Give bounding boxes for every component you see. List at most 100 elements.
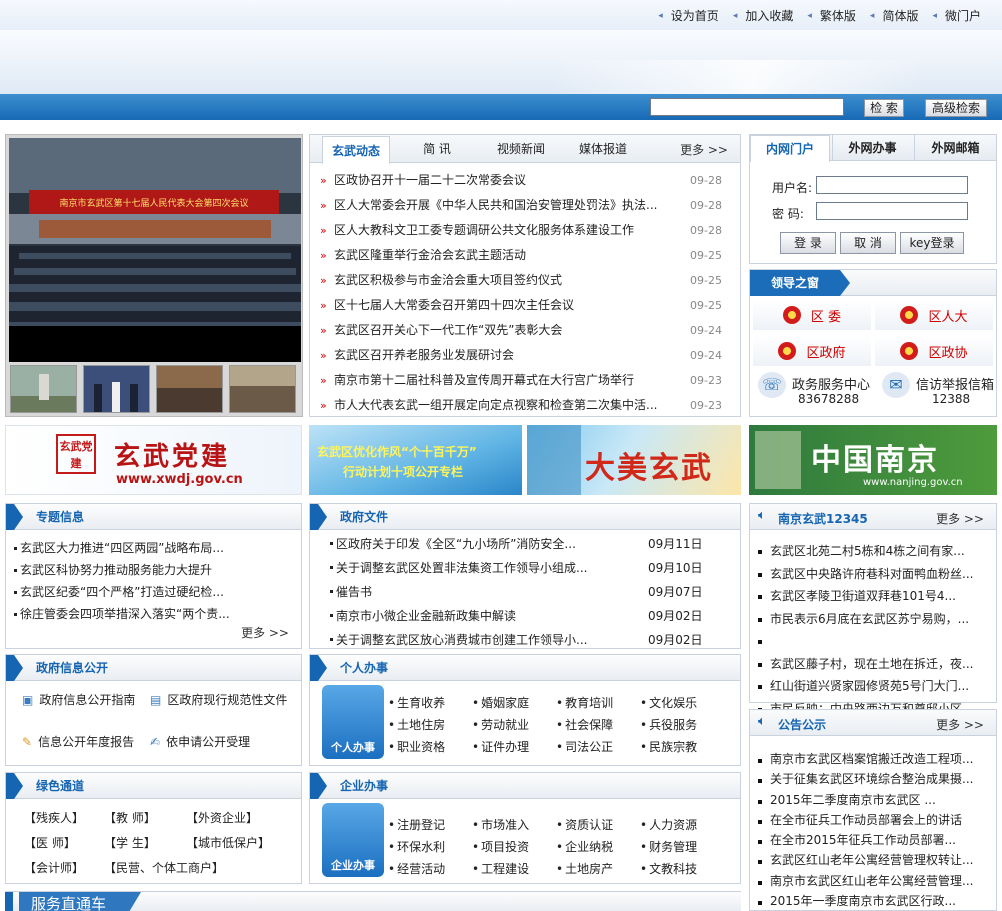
hotline-item[interactable]: 玄武区孝陵卫街道双拜巷101号4... bbox=[752, 585, 992, 608]
topic-item[interactable]: 玄武区大力推进“四区两园”战略布局... bbox=[10, 537, 295, 559]
green-teacher-link[interactable]: 【教 师】 bbox=[104, 809, 156, 826]
district-government-link[interactable]: 区政府 bbox=[753, 336, 871, 366]
notice-more-link[interactable]: 更多 >> bbox=[936, 716, 984, 733]
username-input[interactable] bbox=[816, 176, 968, 194]
enterprise-service-link[interactable]: 环保水利 bbox=[388, 839, 472, 855]
news-title[interactable]: 市人大代表玄武一组开展定向定点视察和检查第二次集中活... bbox=[334, 398, 657, 412]
govdoc-item[interactable]: 关于调整玄武区放心消费城市创建工作领导小... 09月02日 bbox=[326, 628, 736, 652]
news-item[interactable]: 区十七届人大常委会召开第四十四次主任会议 09-25 bbox=[310, 293, 740, 318]
news-title[interactable]: 南京市第十二届社科普及宣传周开幕式在大行宫广场举行 bbox=[334, 373, 634, 387]
news-more-link[interactable]: 更多 >> bbox=[680, 141, 728, 158]
govdoc-item[interactable]: 南京市小微企业金融新政集中解读 09月02日 bbox=[326, 604, 736, 628]
enterprise-service-icon[interactable]: 企业办事 bbox=[322, 803, 384, 877]
hotline-item[interactable]: 市民表示6月底在玄武区苏宁易购，... bbox=[752, 608, 992, 631]
district-committee-link[interactable]: 区 委 bbox=[753, 300, 871, 330]
news-item[interactable]: 玄武区召开养老服务业发展研讨会 09-24 bbox=[310, 343, 740, 368]
simplified-chinese-link[interactable]: ◂ 简体版 bbox=[863, 7, 926, 24]
personal-service-link[interactable]: 劳动就业 bbox=[472, 717, 556, 733]
notice-item[interactable]: 2015年二季度南京市玄武区 ... bbox=[752, 790, 992, 810]
news-item[interactable]: 区人大教科文卫工委专题调研公共文化服务体系建设工作 09-28 bbox=[310, 218, 740, 243]
personal-service-link[interactable]: 文化娱乐 bbox=[640, 695, 724, 711]
tab-extranet-service[interactable]: 外网办事 bbox=[832, 135, 912, 161]
personal-service-link[interactable]: 土地住房 bbox=[388, 717, 472, 733]
enterprise-service-link[interactable]: 工程建设 bbox=[472, 861, 556, 877]
search-button[interactable]: 检 索 bbox=[864, 99, 904, 117]
news-item[interactable]: 南京市第十二届社科普及宣传周开幕式在大行宫广场举行 09-23 bbox=[310, 368, 740, 393]
govinfo-guide-link[interactable]: ▣ 政府信息公开指南 bbox=[22, 691, 135, 708]
login-button[interactable]: 登 录 bbox=[780, 232, 836, 254]
green-foreign-enterprise-link[interactable]: 【外资企业】 bbox=[186, 809, 258, 826]
green-low-income-link[interactable]: 【城市低保户】 bbox=[186, 834, 270, 851]
enterprise-service-link[interactable]: 注册登记 bbox=[388, 817, 472, 833]
banner-xuanwu-party[interactable]: 玄武党建 玄武党建 www.xwdj.gov.cn bbox=[5, 425, 302, 495]
news-title[interactable]: 区人大常委会开展《中华人民共和国治安管理处罚法》执法... bbox=[334, 198, 657, 212]
tab-video-news[interactable]: 视频新闻 bbox=[486, 135, 556, 163]
green-private-business-link[interactable]: 【民营、个体工商户】 bbox=[104, 859, 224, 876]
district-cppcc-link[interactable]: 区政协 bbox=[875, 336, 993, 366]
enterprise-service-link[interactable]: 资质认证 bbox=[556, 817, 640, 833]
thumbnail-2[interactable] bbox=[83, 365, 150, 413]
tab-media-report[interactable]: 媒体报道 bbox=[568, 135, 638, 163]
search-input[interactable] bbox=[650, 98, 844, 116]
enterprise-service-link[interactable]: 土地房产 bbox=[556, 861, 640, 877]
personal-service-link[interactable]: 司法公正 bbox=[556, 739, 640, 755]
notice-item[interactable]: 南京市玄武区档案馆搬迁改造工程项... bbox=[752, 749, 992, 769]
traditional-chinese-link[interactable]: ◂ 繁体版 bbox=[800, 7, 863, 24]
news-item[interactable]: 玄武区隆重举行金洽会玄武主题活动 09-25 bbox=[310, 243, 740, 268]
banner-style-campaign[interactable]: 玄武区优化作风“个十百千万” 行动计划十项公开专栏 bbox=[309, 425, 522, 495]
banner-china-nanjing[interactable]: 中国南京 www.nanjing.gov.cn bbox=[749, 425, 997, 495]
govdoc-title[interactable]: 关于调整玄武区处置非法集资工作领导小组成... bbox=[336, 561, 587, 575]
tab-extranet-mail[interactable]: 外网邮箱 bbox=[914, 135, 996, 161]
petition-mailbox-label[interactable]: 信访举报信箱 bbox=[916, 374, 994, 393]
news-title[interactable]: 区人大教科文卫工委专题调研公共文化服务体系建设工作 bbox=[334, 223, 634, 237]
advanced-search-button[interactable]: 高级检索 bbox=[925, 99, 987, 117]
hotline-item[interactable] bbox=[752, 630, 992, 653]
add-favorite-link[interactable]: ◂ 加入收藏 bbox=[726, 7, 801, 24]
news-title[interactable]: 玄武区积极参与市金洽会重大项目签约仪式 bbox=[334, 273, 562, 287]
govinfo-application-link[interactable]: ✍ 依申请公开受理 bbox=[150, 733, 250, 750]
notice-item[interactable]: 关于征集玄武区环境综合整治成果摄... bbox=[752, 769, 992, 789]
personal-service-icon[interactable]: 个人办事 bbox=[322, 685, 384, 759]
news-title[interactable]: 玄武区隆重举行金洽会玄武主题活动 bbox=[334, 248, 526, 262]
news-item[interactable]: 玄武区积极参与市金洽会重大项目签约仪式 09-25 bbox=[310, 268, 740, 293]
news-title[interactable]: 区政协召开十一届二十二次常委会议 bbox=[334, 173, 526, 187]
banner-beautiful-xuanwu[interactable]: 大美玄武 bbox=[527, 425, 741, 495]
district-congress-link[interactable]: 区人大 bbox=[875, 300, 993, 330]
hotline-item[interactable]: 红山街道兴贤家园修贤苑5号门大门... bbox=[752, 675, 992, 698]
notice-item[interactable]: 在全市征兵工作动员部署会上的讲话 bbox=[752, 810, 992, 830]
news-title[interactable]: 区十七届人大常委会召开第四十四次主任会议 bbox=[334, 298, 574, 312]
govdoc-title[interactable]: 关于调整玄武区放心消费城市创建工作领导小... bbox=[336, 633, 587, 647]
notice-item[interactable]: 2015年一季度南京市玄武区行政... bbox=[752, 891, 992, 911]
green-doctor-link[interactable]: 【医 师】 bbox=[24, 834, 76, 851]
personal-service-link[interactable]: 兵役服务 bbox=[640, 717, 724, 733]
micro-portal-link[interactable]: ◂ 微门户 bbox=[925, 7, 988, 24]
notice-item[interactable]: 南京市玄武区红山老年公寓经营管理... bbox=[752, 871, 992, 891]
govinfo-regulations-link[interactable]: ▤ 区政府现行规范性文件 bbox=[150, 691, 287, 708]
hotline-more-link[interactable]: 更多 >> bbox=[936, 510, 984, 527]
personal-service-link[interactable]: 生育收养 bbox=[388, 695, 472, 711]
enterprise-service-link[interactable]: 文教科技 bbox=[640, 861, 724, 877]
topic-item[interactable]: 玄武区科协努力推动服务能力大提升 bbox=[10, 559, 295, 581]
enterprise-service-link[interactable]: 项目投资 bbox=[472, 839, 556, 855]
green-disabled-link[interactable]: 【残疾人】 bbox=[24, 809, 84, 826]
news-item[interactable]: 玄武区召开关心下一代工作“双先”表彰大会 09-24 bbox=[310, 318, 740, 343]
tab-intranet-portal[interactable]: 内网门户 bbox=[750, 135, 830, 162]
govinfo-annual-report-link[interactable]: ✎ 信息公开年度报告 bbox=[22, 733, 134, 750]
topic-item[interactable]: 玄武区纪委“四个严格”打造过硬纪检... bbox=[10, 581, 295, 603]
notice-item[interactable]: 在全市2015年征兵工作动员部署... bbox=[752, 830, 992, 850]
enterprise-service-link[interactable]: 经营活动 bbox=[388, 861, 472, 877]
tab-xuanwu-news[interactable]: 玄武动态 bbox=[322, 136, 390, 164]
enterprise-service-link[interactable]: 市场准入 bbox=[472, 817, 556, 833]
enterprise-service-link[interactable]: 企业纳税 bbox=[556, 839, 640, 855]
govdoc-title[interactable]: 南京市小微企业金融新政集中解读 bbox=[336, 609, 516, 623]
green-accountant-link[interactable]: 【会计师】 bbox=[24, 859, 84, 876]
govdoc-title[interactable]: 区政府关于印发《全区“九小场所”消防安全... bbox=[336, 537, 576, 551]
enterprise-service-link[interactable]: 财务管理 bbox=[640, 839, 724, 855]
news-item[interactable]: 区人大常委会开展《中华人民共和国治安管理处罚法》执法... 09-28 bbox=[310, 193, 740, 218]
thumbnail-4[interactable] bbox=[229, 365, 296, 413]
password-input[interactable] bbox=[816, 202, 968, 220]
main-news-photo[interactable]: 南京市玄武区第十七届人民代表大会第四次会议 bbox=[9, 138, 301, 362]
personal-service-link[interactable]: 教育培训 bbox=[556, 695, 640, 711]
notice-item[interactable]: 玄武区红山老年公寓经营管理权转让... bbox=[752, 850, 992, 870]
hotline-item[interactable]: 玄武区藤子村，现在土地在拆迁，夜... bbox=[752, 653, 992, 676]
